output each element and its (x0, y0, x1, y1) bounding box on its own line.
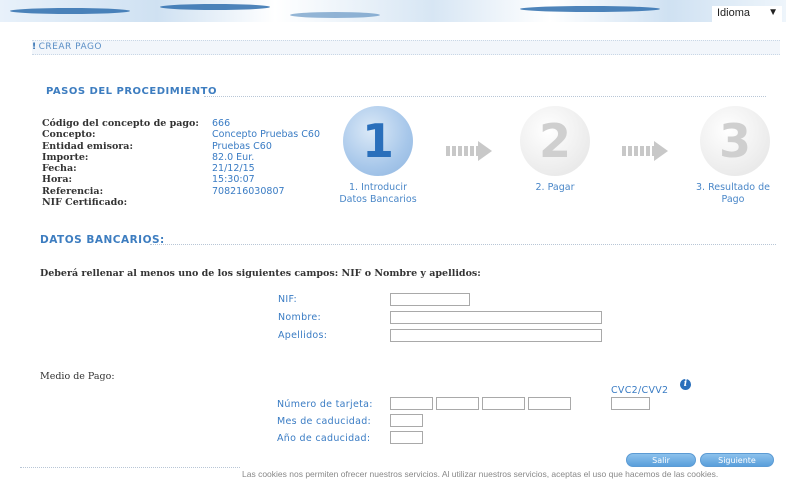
step-label-line: Datos Bancarios (339, 194, 417, 205)
step-label-line: 2. Pagar (535, 182, 575, 193)
expiry-month-input[interactable] (390, 414, 423, 427)
banner-swoosh (520, 6, 660, 12)
warning-icon: ! (32, 42, 37, 52)
field-value: 15:30:07 (212, 174, 255, 186)
payment-method-label: Medio de Pago: (40, 371, 115, 382)
field-label: Fecha: (42, 163, 77, 175)
field-label: Código del concepto de pago: (42, 118, 199, 129)
card-number-input-3[interactable] (482, 397, 525, 410)
banner-swoosh (290, 12, 380, 18)
cookies-notice: Las cookies nos permiten ofrecer nuestro… (242, 469, 719, 479)
bank-data-title: DATOS BANCARIOS: (40, 234, 165, 246)
chevron-down-icon: ▼ (768, 7, 778, 18)
step-2-label: 2. Pagar (510, 182, 600, 194)
field-value: 666 (212, 118, 231, 129)
card-number-input-2[interactable] (436, 397, 479, 410)
expiry-year-label: Año de caducidad: (277, 433, 371, 444)
field-label: Hora: (42, 174, 72, 186)
expiry-year-input[interactable] (390, 431, 423, 444)
next-button[interactable]: Siguiente (700, 453, 774, 467)
header-banner (0, 0, 786, 22)
field-label: Importe: (42, 151, 89, 163)
arrow-right-icon (622, 141, 670, 161)
step-3-label: 3. Resultado de Pago (686, 182, 780, 206)
apellidos-input[interactable] (390, 329, 602, 342)
step-label-line: 3. Resultado de (696, 182, 770, 193)
step-number: 3 (718, 114, 751, 168)
step-label-line: 1. Introducir (349, 182, 407, 193)
divider (204, 96, 766, 97)
info-icon[interactable]: i (680, 379, 691, 390)
banner-swoosh (10, 8, 130, 14)
field-value: Concepto Pruebas C60 (212, 129, 320, 141)
field-label: Referencia: (42, 185, 104, 197)
nif-label: NIF: (278, 294, 298, 305)
card-number-label: Número de tarjeta: (277, 399, 373, 410)
step-number: 2 (538, 114, 571, 168)
breadcrumb: ! CREAR PAGO (32, 40, 780, 55)
field-label: Entidad emisora: (42, 140, 133, 152)
cvc-label: CVC2/CVV2 (611, 385, 669, 396)
step-3-icon: 3 (700, 106, 770, 176)
language-select-label: Idioma (717, 7, 751, 19)
step-2-icon: 2 (520, 106, 590, 176)
field-value: 82.0 Eur. (212, 151, 255, 163)
field-label: Concepto: (42, 129, 96, 141)
language-select[interactable]: Idioma ▼ (712, 6, 782, 22)
banner-swoosh (160, 4, 270, 10)
field-value: Pruebas C60 (212, 140, 272, 152)
step-1-icon: 1 (343, 106, 413, 176)
card-number-input-4[interactable] (528, 397, 571, 410)
procedure-title: PASOS DEL PROCEDIMIENTO (46, 86, 217, 97)
step-number: 1 (361, 114, 394, 168)
exit-button[interactable]: Salir (626, 453, 696, 467)
field-label: NIF Certificado: (42, 197, 128, 209)
payment-field-values: 666 Concepto Pruebas C60 Pruebas C60 82.… (212, 118, 320, 197)
instruction-text: Deberá rellenar al menos uno de los sigu… (40, 268, 481, 279)
field-value: 21/12/15 (212, 163, 255, 175)
card-number-input-1[interactable] (390, 397, 433, 410)
nombre-input[interactable] (390, 311, 602, 324)
step-label-line: Pago (721, 194, 745, 205)
breadcrumb-label: CREAR PAGO (38, 42, 103, 52)
payment-field-labels: Código del concepto de pago: Concepto: E… (42, 118, 199, 208)
expiry-month-label: Mes de caducidad: (277, 416, 372, 427)
divider (150, 244, 776, 245)
step-1-label: 1. Introducir Datos Bancarios (330, 182, 426, 206)
nif-input[interactable] (390, 293, 470, 306)
field-value: 708216030807 (212, 185, 285, 197)
apellidos-label: Apellidos: (278, 330, 328, 341)
arrow-right-icon (446, 141, 494, 161)
cvc-input[interactable] (611, 397, 650, 410)
nombre-label: Nombre: (278, 312, 322, 323)
divider (20, 467, 240, 468)
